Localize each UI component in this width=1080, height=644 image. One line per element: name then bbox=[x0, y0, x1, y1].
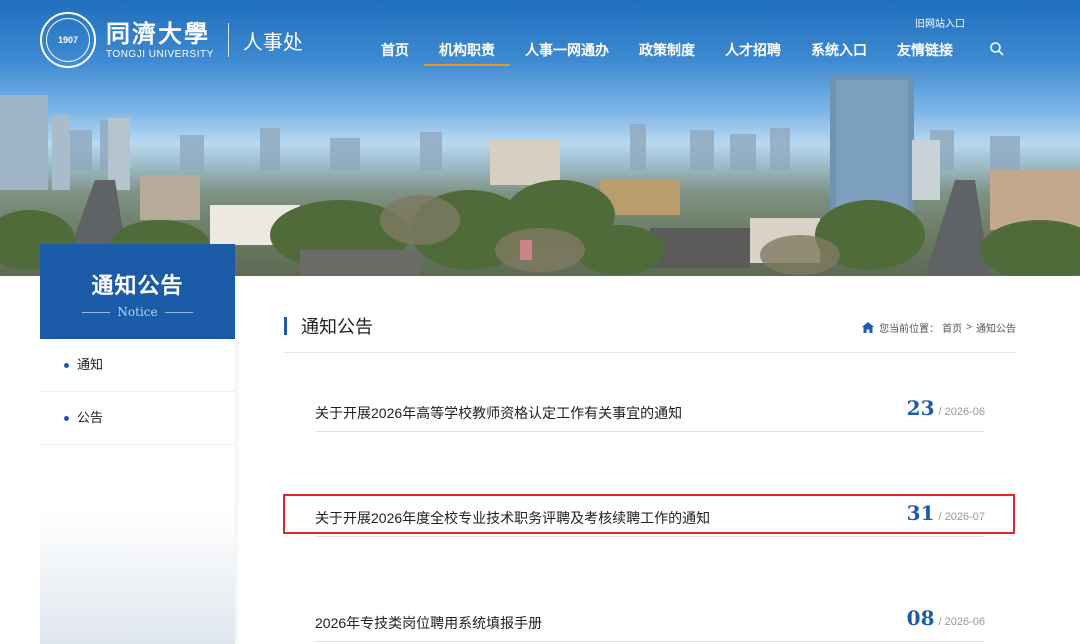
nav-item-organization[interactable]: 机构职责 bbox=[424, 38, 510, 66]
news-day: 08 bbox=[906, 606, 935, 630]
sidebar-header: 通知公告 Notice bbox=[40, 244, 235, 339]
news-year-month: / 2026-06 bbox=[938, 406, 985, 418]
breadcrumb-home-link[interactable]: 首页 bbox=[942, 320, 962, 335]
search-icon[interactable] bbox=[989, 41, 1005, 57]
breadcrumb-separator: > bbox=[966, 322, 972, 333]
sidebar-menu: 通知 公告 bbox=[40, 339, 235, 644]
breadcrumb-prefix: 您当前位置： bbox=[879, 324, 940, 335]
title-divider bbox=[284, 352, 1016, 353]
breadcrumb: 您当前位置： 首页 > 通知公告 bbox=[862, 320, 1016, 335]
sidebar-subtitle: Notice bbox=[40, 305, 235, 319]
news-item[interactable]: 2026年专技类岗位聘用系统填报手册 08 / 2026-06 bbox=[315, 605, 985, 642]
bullet-icon bbox=[64, 362, 69, 368]
main-nav: 首页 机构职责 人事一网通办 政策制度 人才招聘 系统入口 友情链接 bbox=[366, 38, 968, 66]
breadcrumb-current[interactable]: 通知公告 bbox=[976, 320, 1016, 335]
nav-item-online-service[interactable]: 人事一网通办 bbox=[510, 38, 624, 64]
sidebar-item-announcement[interactable]: 公告 bbox=[40, 392, 235, 445]
nav-item-home[interactable]: 首页 bbox=[366, 38, 424, 64]
university-name-en: TONGJI UNIVERSITY bbox=[106, 49, 214, 60]
news-date: 08 / 2026-06 bbox=[907, 606, 985, 630]
news-title[interactable]: 2026年专技类岗位聘用系统填报手册 bbox=[315, 613, 542, 633]
news-day: 23 bbox=[906, 396, 935, 420]
university-logo[interactable]: 1907 同濟大學 TONGJI UNIVERSITY 人事处 bbox=[40, 12, 303, 68]
nav-item-recruitment[interactable]: 人才招聘 bbox=[710, 38, 796, 64]
bullet-icon bbox=[64, 415, 69, 421]
sidebar-item-notice[interactable]: 通知 bbox=[40, 339, 235, 392]
nav-item-policy[interactable]: 政策制度 bbox=[624, 38, 710, 64]
old-site-link[interactable]: 旧网站入口 bbox=[915, 15, 965, 30]
nav-item-links[interactable]: 友情链接 bbox=[882, 38, 968, 64]
sidebar-item-label: 通知 bbox=[77, 357, 104, 372]
nav-item-system-entry[interactable]: 系统入口 bbox=[796, 38, 882, 64]
logo-divider bbox=[227, 23, 229, 57]
news-year-month: / 2026-06 bbox=[938, 616, 985, 628]
page-title: 通知公告 bbox=[284, 315, 373, 337]
home-icon bbox=[862, 322, 875, 333]
sidebar-title: 通知公告 bbox=[91, 273, 184, 298]
highlight-box bbox=[283, 494, 1015, 534]
title-accent-bar bbox=[284, 317, 287, 335]
header-banner: 1907 同濟大學 TONGJI UNIVERSITY 人事处 旧网站入口 首页… bbox=[0, 0, 1080, 276]
news-title[interactable]: 关于开展2026年高等学校教师资格认定工作有关事宜的通知 bbox=[315, 403, 682, 423]
subtitle-line-right bbox=[164, 311, 193, 313]
subtitle-line-left bbox=[82, 311, 111, 313]
university-name: 同濟大學 TONGJI UNIVERSITY bbox=[106, 19, 214, 61]
news-item[interactable]: 关于开展2026年高等学校教师资格认定工作有关事宜的通知 23 / 2026-0… bbox=[315, 395, 985, 432]
university-seal-icon: 1907 bbox=[40, 12, 96, 68]
sidebar-item-label: 公告 bbox=[77, 410, 104, 425]
university-name-cn: 同濟大學 bbox=[106, 19, 210, 48]
news-date: 23 / 2026-06 bbox=[907, 396, 985, 420]
department-name: 人事处 bbox=[242, 31, 303, 54]
